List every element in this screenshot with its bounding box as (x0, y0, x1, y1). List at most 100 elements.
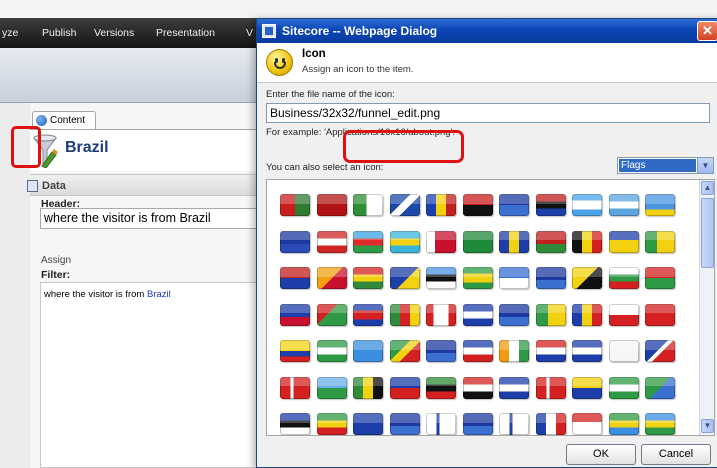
flag-icon[interactable] (280, 230, 310, 253)
flag-icon[interactable] (645, 267, 675, 289)
flag-icon[interactable] (280, 376, 310, 399)
flag-icon[interactable] (316, 303, 347, 326)
ribbon-tab-publish[interactable]: Publish (42, 27, 76, 39)
scrollbar-thumb[interactable] (701, 198, 714, 268)
ribbon-tab-versions[interactable]: Versions (94, 27, 134, 39)
flag-icon[interactable] (608, 267, 639, 289)
flag-icon[interactable] (535, 230, 566, 253)
flag-icon[interactable] (353, 267, 383, 289)
flag-icon[interactable] (572, 230, 602, 253)
flag-icon[interactable] (426, 376, 456, 399)
flag-icon[interactable] (389, 194, 420, 216)
flag-icon[interactable] (608, 340, 639, 362)
scrollbar[interactable]: ▲ ▼ (699, 180, 714, 435)
flag-icon[interactable] (316, 340, 347, 362)
flag-icon[interactable] (462, 413, 493, 435)
flag-icon[interactable] (499, 194, 529, 216)
icon-category-select[interactable]: Flags ▼ (617, 157, 714, 174)
flag-icon[interactable] (608, 230, 639, 253)
flag-icon[interactable] (280, 413, 310, 435)
flag-icon[interactable] (535, 303, 566, 326)
flag-icon[interactable] (572, 376, 602, 399)
flag-icon[interactable] (316, 267, 347, 289)
flag-icon[interactable] (426, 303, 456, 326)
flag-icon[interactable] (426, 340, 456, 362)
flag-icon[interactable] (572, 413, 602, 435)
flag-icon[interactable] (608, 303, 639, 326)
flag-icon[interactable] (426, 413, 456, 435)
flag-icon[interactable] (462, 303, 493, 326)
flag-icon[interactable] (645, 303, 675, 326)
flag-icon[interactable] (462, 194, 493, 216)
flag-icon[interactable] (499, 340, 529, 362)
flag-icon[interactable] (499, 413, 529, 435)
flag-icon[interactable] (645, 376, 675, 399)
flag-icon[interactable] (608, 413, 639, 435)
flag-icon[interactable] (645, 340, 675, 362)
header-input[interactable]: where the visitor is from Brazil (40, 208, 260, 229)
flag-icon[interactable] (462, 340, 493, 362)
flag-icon[interactable] (572, 194, 602, 216)
flag-icon[interactable] (389, 303, 420, 326)
flag-icon[interactable] (499, 267, 529, 289)
flag-icon[interactable] (645, 230, 675, 253)
scroll-down-icon[interactable]: ▼ (701, 419, 714, 433)
flag-icon[interactable] (280, 303, 310, 326)
flag-icon[interactable] (316, 230, 347, 253)
flag-icon[interactable] (389, 340, 420, 362)
flag-icon[interactable] (426, 194, 456, 216)
flag-icon[interactable] (316, 413, 347, 435)
ribbon-tab-analyze[interactable]: yze (2, 27, 18, 39)
flag-icon[interactable] (499, 376, 529, 399)
flag-icon[interactable] (572, 303, 602, 326)
filename-input[interactable]: Business/32x32/funnel_edit.png (266, 103, 710, 123)
flag-icon[interactable] (462, 376, 493, 399)
flag-icon[interactable] (353, 340, 383, 362)
ok-button[interactable]: OK (566, 444, 636, 465)
filter-keyword-link[interactable]: Brazil (147, 289, 171, 300)
flag-icon[interactable] (462, 267, 493, 289)
flag-icon[interactable] (280, 194, 310, 216)
flag-icon[interactable] (316, 376, 347, 399)
flag-icon[interactable] (389, 230, 420, 253)
flag-icon[interactable] (535, 376, 566, 399)
flag-icon[interactable] (389, 413, 420, 435)
flag-icon[interactable] (389, 267, 420, 289)
flag-icon[interactable] (645, 413, 675, 435)
flag-icon[interactable] (316, 194, 347, 216)
flag-icon[interactable] (535, 340, 566, 362)
ribbon-tab-presentation[interactable]: Presentation (156, 27, 215, 39)
flag-icon[interactable] (608, 376, 639, 399)
section-header-data[interactable]: Data (27, 174, 260, 196)
flag-icon[interactable] (280, 340, 310, 362)
flag-icon[interactable] (389, 376, 420, 399)
ribbon-tab-partial[interactable]: V (246, 27, 253, 39)
flag-icon[interactable] (645, 194, 675, 216)
close-button[interactable]: ✕ (697, 21, 717, 41)
flag-icon[interactable] (572, 267, 602, 289)
category-selected-value[interactable]: Flags (619, 159, 696, 172)
flag-icon[interactable] (353, 230, 383, 253)
chevron-down-icon[interactable]: ▼ (697, 158, 713, 173)
flag-icon[interactable] (535, 267, 566, 289)
flag-icon[interactable] (608, 194, 639, 216)
tab-content[interactable]: Content (32, 111, 96, 129)
filter-rule-box[interactable]: where the visitor is from Brazil (40, 282, 260, 468)
flag-icon[interactable] (353, 194, 383, 216)
flag-icon[interactable] (280, 267, 310, 289)
flag-icon[interactable] (535, 413, 566, 435)
flag-icon[interactable] (353, 413, 383, 435)
flag-icon[interactable] (462, 230, 493, 253)
flag-icon[interactable] (353, 376, 383, 399)
flag-icon[interactable] (499, 230, 529, 253)
flag-icon[interactable] (572, 340, 602, 362)
flag-icon[interactable] (535, 194, 566, 216)
flag-icon[interactable] (499, 303, 529, 326)
dialog-titlebar[interactable]: Sitecore -- Webpage Dialog ✕ (257, 19, 717, 43)
scroll-up-icon[interactable]: ▲ (701, 181, 714, 195)
flag-icon[interactable] (426, 230, 456, 253)
flag-icon[interactable] (353, 303, 383, 326)
flag-icon[interactable] (426, 267, 456, 289)
section-collapse-icon[interactable] (27, 180, 38, 192)
cancel-button[interactable]: Cancel (641, 444, 711, 465)
